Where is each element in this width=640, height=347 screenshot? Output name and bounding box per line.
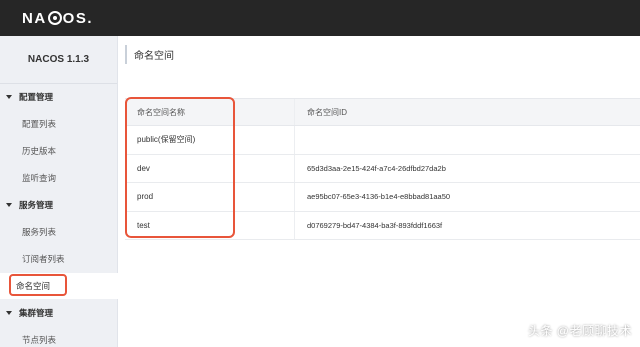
sidebar-group-label: 服务管理 <box>19 200 54 210</box>
sidebar-group-cluster[interactable]: 集群管理 <box>0 300 118 326</box>
nacos-logo[interactable]: NA OS. <box>22 9 94 27</box>
sidebar-group-service[interactable]: 服务管理 <box>0 192 118 218</box>
logo-text-left: NA <box>22 9 47 27</box>
sidebar-group-config[interactable]: 配置管理 <box>0 84 118 110</box>
sidebar-item-label: 配置列表 <box>22 119 57 129</box>
caret-down-icon <box>6 95 12 99</box>
sidebar-item-listener-query[interactable]: 监听查询 <box>0 165 118 191</box>
logo-text-right: OS. <box>62 9 94 27</box>
sidebar-group-label: 集群管理 <box>19 308 54 318</box>
sidebar-item-label: 服务列表 <box>22 227 57 237</box>
logo-c-icon <box>47 11 62 25</box>
page-title: 命名空间 <box>134 51 174 62</box>
namespace-highlight-box <box>9 274 67 296</box>
top-bar: NA OS. <box>0 0 640 36</box>
sidebar-item-nodes[interactable]: 节点列表 <box>0 327 118 347</box>
page-title-bar: 命名空间 <box>125 45 174 64</box>
sidebar-item-history[interactable]: 历史版本 <box>0 138 118 164</box>
sidebar-item-subscribers[interactable]: 订阅者列表 <box>0 246 118 272</box>
caret-down-icon <box>6 203 12 207</box>
namespace-id-cell: d0769279-bd47-4384-ba3f-893fddf1663f <box>307 220 443 230</box>
sidebar-group-label: 配置管理 <box>19 92 54 102</box>
namespace-id-cell: ae95bc07-65e3-4136-b1e4-e8bbad81aa50 <box>307 192 451 202</box>
namespace-id-cell: 65d3d3aa-2e15-424f-a7c4-26dfbd27da2b <box>307 163 446 173</box>
column-header-id: 命名空间ID <box>307 107 347 117</box>
sidebar-item-label: 监听查询 <box>22 173 57 183</box>
watermark-text: 头条 @老顾聊技术 <box>527 324 632 338</box>
sidebar-item-label: 订阅者列表 <box>22 254 65 264</box>
sidebar-item-service-list[interactable]: 服务列表 <box>0 219 118 245</box>
sidebar-item-label: 节点列表 <box>22 335 57 345</box>
sidebar-item-label: 历史版本 <box>22 146 57 156</box>
sidebar-version-title: NACOS 1.1.3 <box>0 36 117 84</box>
sidebar-item-config-list[interactable]: 配置列表 <box>0 111 118 137</box>
name-column-highlight-box <box>125 97 235 238</box>
caret-down-icon <box>6 311 12 315</box>
